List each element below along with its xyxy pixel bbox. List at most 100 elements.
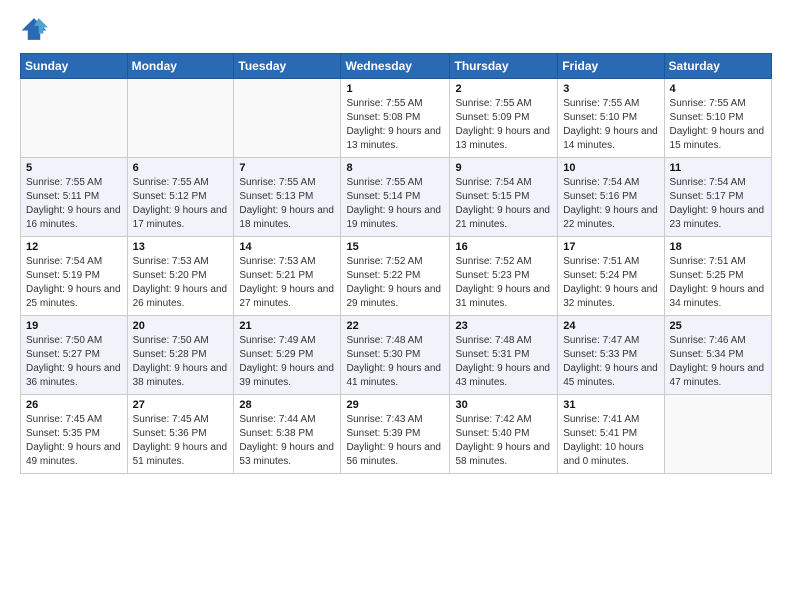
header xyxy=(20,15,772,43)
day-number: 2 xyxy=(455,83,552,95)
calendar-cell: 5Sunrise: 7:55 AM Sunset: 5:11 PM Daylig… xyxy=(21,158,128,237)
page: SundayMondayTuesdayWednesdayThursdayFrid… xyxy=(0,0,792,612)
calendar-cell: 9Sunrise: 7:54 AM Sunset: 5:15 PM Daylig… xyxy=(450,158,558,237)
calendar-cell xyxy=(234,79,341,158)
day-number: 5 xyxy=(26,162,122,174)
calendar-cell: 29 Sunrise: 7:43 AM Sunset: 5:39 PM Dayli… xyxy=(341,395,450,474)
day-info: Sunrise: 7:49 AM Sunset: 5:29 PM Dayligh… xyxy=(239,334,335,390)
day-info: Sunrise: 7:51 AM Sunset: 5:24 PM Dayligh… xyxy=(563,255,658,311)
week-row-3: 12 Sunrise: 7:54 AM Sunset: 5:19 PM Dayli… xyxy=(21,237,772,316)
weekday-tuesday: Tuesday xyxy=(234,54,341,79)
calendar-cell: 26 Sunrise: 7:45 AM Sunset: 5:35 PM Dayli… xyxy=(21,395,128,474)
day-info: Sunrise: 7:48 AM Sunset: 5:30 PM Dayligh… xyxy=(346,334,444,390)
day-info: Sunrise: 7:55 AM Sunset: 5:13 PM Dayligh… xyxy=(239,176,335,232)
day-number: 24 xyxy=(563,320,658,332)
calendar-cell: 12 Sunrise: 7:54 AM Sunset: 5:19 PM Dayli… xyxy=(21,237,128,316)
day-info: Sunrise: 7:50 AM Sunset: 5:28 PM Dayligh… xyxy=(133,334,229,390)
calendar-cell: 20 Sunrise: 7:50 AM Sunset: 5:28 PM Dayli… xyxy=(127,316,234,395)
week-row-4: 19 Sunrise: 7:50 AM Sunset: 5:27 PM Dayli… xyxy=(21,316,772,395)
calendar-cell: 28 Sunrise: 7:44 AM Sunset: 5:38 PM Dayli… xyxy=(234,395,341,474)
day-info: Sunrise: 7:53 AM Sunset: 5:20 PM Dayligh… xyxy=(133,255,229,311)
weekday-monday: Monday xyxy=(127,54,234,79)
day-number: 3 xyxy=(563,83,658,95)
calendar-cell: 30 Sunrise: 7:42 AM Sunset: 5:40 PM Dayli… xyxy=(450,395,558,474)
day-info: Sunrise: 7:53 AM Sunset: 5:21 PM Dayligh… xyxy=(239,255,335,311)
day-info: Sunrise: 7:46 AM Sunset: 5:34 PM Dayligh… xyxy=(670,334,766,390)
day-number: 18 xyxy=(670,241,766,253)
day-info: Sunrise: 7:42 AM Sunset: 5:40 PM Dayligh… xyxy=(455,413,552,469)
weekday-friday: Friday xyxy=(558,54,664,79)
day-number: 6 xyxy=(133,162,229,174)
day-info: Sunrise: 7:48 AM Sunset: 5:31 PM Dayligh… xyxy=(455,334,552,390)
calendar-cell: 6 Sunrise: 7:55 AM Sunset: 5:12 PM Daylig… xyxy=(127,158,234,237)
day-info: Sunrise: 7:54 AM Sunset: 5:19 PM Dayligh… xyxy=(26,255,122,311)
calendar-cell: 19 Sunrise: 7:50 AM Sunset: 5:27 PM Dayli… xyxy=(21,316,128,395)
day-info: Sunrise: 7:50 AM Sunset: 5:27 PM Dayligh… xyxy=(26,334,122,390)
weekday-wednesday: Wednesday xyxy=(341,54,450,79)
calendar-cell: 31Sunrise: 7:41 AM Sunset: 5:41 PM Dayli… xyxy=(558,395,664,474)
day-info: Sunrise: 7:45 AM Sunset: 5:35 PM Dayligh… xyxy=(26,413,122,469)
day-info: Sunrise: 7:52 AM Sunset: 5:23 PM Dayligh… xyxy=(455,255,552,311)
weekday-header-row: SundayMondayTuesdayWednesdayThursdayFrid… xyxy=(21,54,772,79)
calendar-cell: 8 Sunrise: 7:55 AM Sunset: 5:14 PM Daylig… xyxy=(341,158,450,237)
day-info: Sunrise: 7:54 AM Sunset: 5:17 PM Dayligh… xyxy=(670,176,766,232)
calendar-cell xyxy=(21,79,128,158)
day-number: 12 xyxy=(26,241,122,253)
calendar-cell: 14 Sunrise: 7:53 AM Sunset: 5:21 PM Dayli… xyxy=(234,237,341,316)
day-number: 28 xyxy=(239,399,335,411)
calendar-cell: 25 Sunrise: 7:46 AM Sunset: 5:34 PM Dayli… xyxy=(664,316,771,395)
calendar-cell: 7 Sunrise: 7:55 AM Sunset: 5:13 PM Daylig… xyxy=(234,158,341,237)
weekday-sunday: Sunday xyxy=(21,54,128,79)
day-number: 29 xyxy=(346,399,444,411)
day-number: 27 xyxy=(133,399,229,411)
week-row-2: 5Sunrise: 7:55 AM Sunset: 5:11 PM Daylig… xyxy=(21,158,772,237)
calendar-cell: 15Sunrise: 7:52 AM Sunset: 5:22 PM Dayli… xyxy=(341,237,450,316)
day-number: 23 xyxy=(455,320,552,332)
day-info: Sunrise: 7:41 AM Sunset: 5:41 PM Dayligh… xyxy=(563,413,658,469)
week-row-1: 1 Sunrise: 7:55 AM Sunset: 5:08 PM Daylig… xyxy=(21,79,772,158)
day-info: Sunrise: 7:51 AM Sunset: 5:25 PM Dayligh… xyxy=(670,255,766,311)
calendar-cell: 4 Sunrise: 7:55 AM Sunset: 5:10 PM Daylig… xyxy=(664,79,771,158)
calendar-cell: 22 Sunrise: 7:48 AM Sunset: 5:30 PM Dayli… xyxy=(341,316,450,395)
day-number: 17 xyxy=(563,241,658,253)
calendar-cell: 16Sunrise: 7:52 AM Sunset: 5:23 PM Dayli… xyxy=(450,237,558,316)
day-number: 20 xyxy=(133,320,229,332)
day-number: 1 xyxy=(346,83,444,95)
day-info: Sunrise: 7:55 AM Sunset: 5:14 PM Dayligh… xyxy=(346,176,444,232)
day-number: 7 xyxy=(239,162,335,174)
day-number: 14 xyxy=(239,241,335,253)
calendar-cell: 2 Sunrise: 7:55 AM Sunset: 5:09 PM Daylig… xyxy=(450,79,558,158)
day-info: Sunrise: 7:55 AM Sunset: 5:12 PM Dayligh… xyxy=(133,176,229,232)
day-number: 26 xyxy=(26,399,122,411)
week-row-5: 26 Sunrise: 7:45 AM Sunset: 5:35 PM Dayli… xyxy=(21,395,772,474)
calendar-cell: 21 Sunrise: 7:49 AM Sunset: 5:29 PM Dayli… xyxy=(234,316,341,395)
calendar-cell xyxy=(664,395,771,474)
day-info: Sunrise: 7:55 AM Sunset: 5:08 PM Dayligh… xyxy=(346,97,444,153)
day-number: 30 xyxy=(455,399,552,411)
calendar-cell: 13Sunrise: 7:53 AM Sunset: 5:20 PM Dayli… xyxy=(127,237,234,316)
calendar-cell: 1 Sunrise: 7:55 AM Sunset: 5:08 PM Daylig… xyxy=(341,79,450,158)
day-info: Sunrise: 7:45 AM Sunset: 5:36 PM Dayligh… xyxy=(133,413,229,469)
day-number: 21 xyxy=(239,320,335,332)
logo-icon xyxy=(20,15,48,43)
weekday-thursday: Thursday xyxy=(450,54,558,79)
calendar-cell: 18 Sunrise: 7:51 AM Sunset: 5:25 PM Dayli… xyxy=(664,237,771,316)
day-number: 25 xyxy=(670,320,766,332)
day-info: Sunrise: 7:47 AM Sunset: 5:33 PM Dayligh… xyxy=(563,334,658,390)
day-number: 19 xyxy=(26,320,122,332)
day-info: Sunrise: 7:55 AM Sunset: 5:10 PM Dayligh… xyxy=(670,97,766,153)
calendar-cell xyxy=(127,79,234,158)
calendar-cell: 10Sunrise: 7:54 AM Sunset: 5:16 PM Dayli… xyxy=(558,158,664,237)
day-number: 22 xyxy=(346,320,444,332)
day-number: 4 xyxy=(670,83,766,95)
day-number: 8 xyxy=(346,162,444,174)
day-info: Sunrise: 7:44 AM Sunset: 5:38 PM Dayligh… xyxy=(239,413,335,469)
day-info: Sunrise: 7:43 AM Sunset: 5:39 PM Dayligh… xyxy=(346,413,444,469)
day-info: Sunrise: 7:55 AM Sunset: 5:09 PM Dayligh… xyxy=(455,97,552,153)
day-info: Sunrise: 7:55 AM Sunset: 5:10 PM Dayligh… xyxy=(563,97,658,153)
calendar-cell: 27 Sunrise: 7:45 AM Sunset: 5:36 PM Dayli… xyxy=(127,395,234,474)
day-info: Sunrise: 7:54 AM Sunset: 5:15 PM Dayligh… xyxy=(455,176,552,232)
day-info: Sunrise: 7:54 AM Sunset: 5:16 PM Dayligh… xyxy=(563,176,658,232)
weekday-saturday: Saturday xyxy=(664,54,771,79)
day-number: 15 xyxy=(346,241,444,253)
